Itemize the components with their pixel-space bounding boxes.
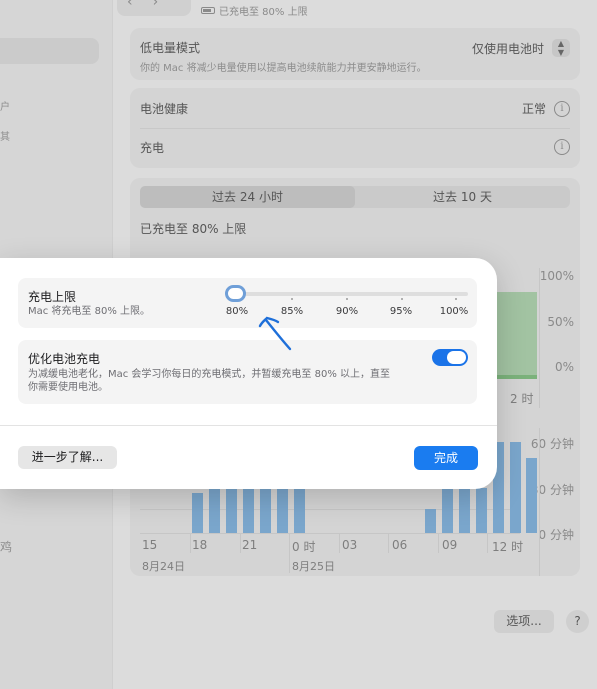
- usage-bar: [510, 442, 521, 533]
- usage-status-text: 已充电至 80% 上限: [140, 222, 247, 236]
- grid-line: [289, 533, 290, 573]
- slider-tick: [346, 298, 348, 300]
- time-range-segmented-control: 过去 24 小时 过去 10 天: [140, 186, 570, 208]
- date-label: 8月25日: [292, 560, 335, 573]
- low-power-row: 低电量模式 你的 Mac 将减少电量使用以提高电池续航能力并更安静地运行。 仅使…: [140, 39, 570, 74]
- usage-bar: [226, 488, 237, 533]
- usage-bar: [476, 488, 487, 533]
- level-axis-label: 0%: [554, 360, 574, 374]
- level-axis-label: 100%: [539, 269, 574, 283]
- forward-chevron-icon[interactable]: ›: [153, 0, 159, 10]
- time-axis-label: 0 时: [292, 540, 316, 554]
- options-button[interactable]: 选项...: [494, 610, 554, 633]
- grid-line: [140, 533, 520, 534]
- slider-tick-label: 95%: [389, 306, 413, 317]
- annotation-arrow-icon: [258, 316, 292, 351]
- time-axis-label: 09: [442, 538, 458, 552]
- sidebar-item-fragment[interactable]: 鸡: [0, 538, 12, 555]
- time-axis-label: 21: [242, 538, 258, 552]
- slider-tick: [401, 298, 403, 300]
- sidebar-item-fragment[interactable]: 户: [0, 98, 10, 113]
- grid-line: [388, 533, 389, 553]
- charge-limit-group: 充电上限 Mac 将充电至 80% 上限。 80% 85% 90% 95% 10…: [18, 278, 477, 328]
- usage-bar: [526, 458, 537, 533]
- time-axis-label: 18: [192, 538, 208, 552]
- grid-line: [539, 428, 540, 576]
- row-divider: [140, 128, 570, 129]
- info-icon[interactable]: i: [554, 139, 570, 155]
- battery-level-baseline: [497, 375, 537, 379]
- charge-limit-title: 充电上限: [28, 290, 77, 304]
- usage-bar: [192, 493, 203, 533]
- usage-axis-label: 0 分钟: [538, 528, 574, 542]
- low-power-value: 仅使用电池时: [471, 41, 544, 56]
- usage-bar: [442, 488, 453, 533]
- time-axis-label: 06: [392, 538, 408, 552]
- time-axis-label: 12 时: [492, 540, 524, 554]
- slider-tick-label: 90%: [335, 306, 359, 317]
- tab-last-10-days[interactable]: 过去 10 天: [355, 186, 570, 208]
- time-axis-label: 2 时: [510, 392, 534, 406]
- optimized-charging-description: 为减缓电池老化，Mac 会学习你每日的充电模式，并暂缓充电至 80% 以上，直至: [28, 369, 391, 380]
- charge-limit-slider-knob[interactable]: [225, 285, 246, 302]
- time-axis-label: 03: [342, 538, 358, 552]
- battery-health-value: 正常: [521, 102, 546, 116]
- usage-bar: [209, 488, 220, 533]
- back-chevron-icon[interactable]: ‹: [127, 0, 133, 10]
- date-label: 8月24日: [142, 560, 185, 573]
- battery-level-fill: [497, 292, 537, 376]
- tab-last-24-hours[interactable]: 过去 24 小时: [140, 186, 355, 208]
- charging-row: 充电 i: [140, 139, 570, 156]
- slider-tick-label: 100%: [439, 306, 469, 317]
- charge-settings-sheet: 充电上限 Mac 将充电至 80% 上限。 80% 85% 90% 95% 10…: [0, 258, 497, 489]
- info-icon[interactable]: i: [554, 100, 570, 117]
- usage-axis-label: 60 分钟: [530, 437, 574, 451]
- slider-tick-label: 80%: [225, 306, 249, 317]
- usage-bar: [260, 488, 271, 533]
- battery-health-label: 电池健康: [140, 102, 189, 116]
- battery-status-line: 已充电至 80% 上限: [201, 3, 308, 18]
- health-card: 电池健康 正常 i 充电 i: [130, 88, 580, 168]
- grid-line: [539, 268, 540, 408]
- battery-icon: [201, 7, 215, 14]
- done-button[interactable]: 完成: [414, 446, 478, 470]
- charge-limit-slider-track[interactable]: [240, 292, 468, 296]
- usage-bar: [277, 488, 288, 533]
- usage-bar: [294, 488, 305, 533]
- battery-health-row: 电池健康 正常 i: [140, 100, 570, 117]
- usage-bar: [459, 488, 470, 533]
- charging-label: 充电: [140, 141, 165, 155]
- sheet-divider: [0, 425, 497, 426]
- grid-line: [240, 533, 241, 553]
- usage-axis-label: 30 分钟: [530, 483, 574, 497]
- grid-line: [438, 533, 439, 553]
- grid-line: [339, 533, 340, 553]
- slider-tick: [291, 298, 293, 300]
- low-power-description: 你的 Mac 将减少电量使用以提高电池续航能力并更安静地运行。: [140, 63, 427, 74]
- usage-bar: [425, 509, 436, 533]
- usage-bar: [243, 488, 254, 533]
- low-power-card: 低电量模式 你的 Mac 将减少电量使用以提高电池续航能力并更安静地运行。 仅使…: [130, 28, 580, 80]
- optimized-charging-toggle[interactable]: [432, 349, 468, 366]
- nav-buttons: ‹ ›: [117, 0, 191, 16]
- charge-limit-description: Mac 将充电至 80% 上限。: [28, 306, 151, 317]
- grid-line: [190, 533, 191, 553]
- popup-stepper-icon: ▲ ▼: [552, 39, 570, 57]
- optimized-charging-group: 优化电池充电 为减缓电池老化，Mac 会学习你每日的充电模式，并暂缓充电至 80…: [18, 340, 477, 404]
- grid-line: [487, 533, 488, 553]
- optimized-charging-title: 优化电池充电: [28, 352, 101, 366]
- learn-more-button[interactable]: 进一步了解...: [18, 446, 117, 469]
- sidebar-search-field[interactable]: [0, 38, 99, 64]
- time-axis-label: 15: [142, 538, 158, 552]
- slider-tick: [455, 298, 457, 300]
- optimized-charging-description: 你需要使用电池。: [28, 382, 108, 393]
- level-axis-label: 50%: [547, 315, 574, 329]
- low-power-popup[interactable]: 仅使用电池时 ▲ ▼: [472, 39, 570, 57]
- battery-status-text: 已充电至 80% 上限: [219, 7, 308, 18]
- sidebar-item-fragment[interactable]: 其: [0, 128, 10, 143]
- help-button[interactable]: ?: [566, 610, 589, 633]
